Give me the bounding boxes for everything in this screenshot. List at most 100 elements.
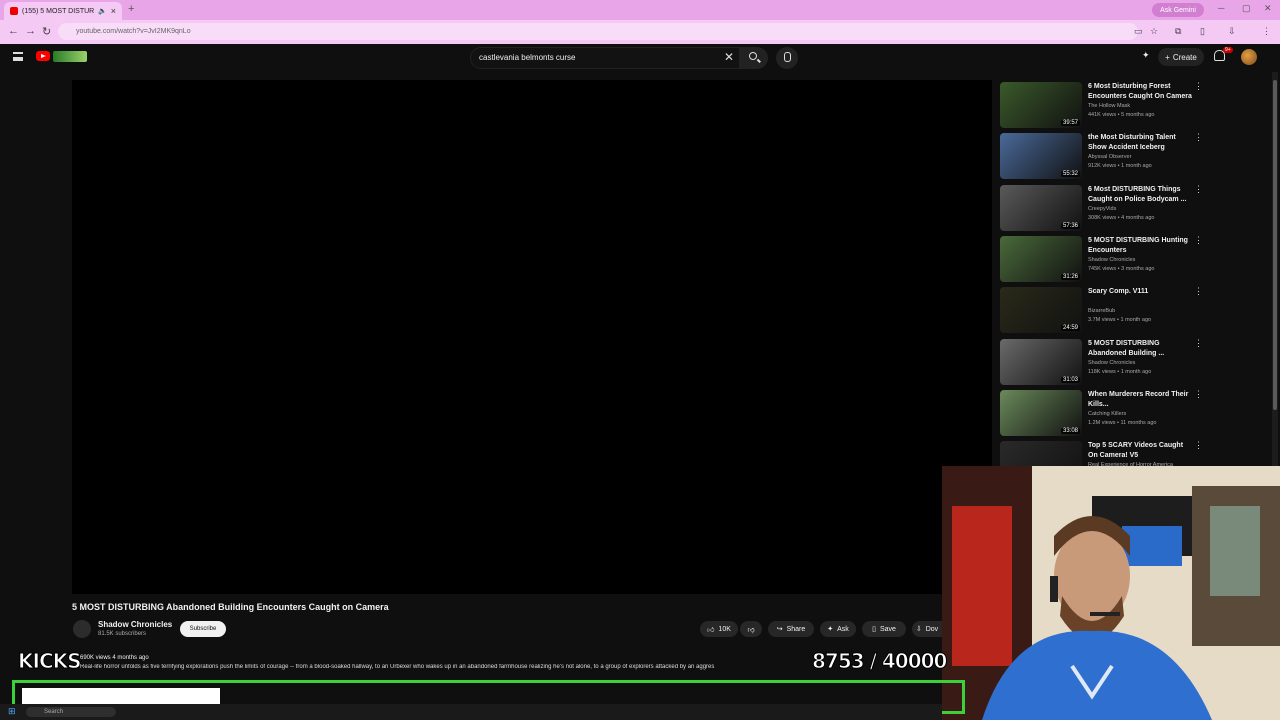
search-button[interactable] [740,47,768,69]
video-thumbnail[interactable]: 55:32 [1000,133,1082,180]
sidebar-video-meta: 441K views • 5 months ago [1088,112,1155,118]
channel-avatar[interactable] [73,620,91,638]
more-options-icon[interactable]: ⋮ [1194,286,1203,297]
sidebar-video-title[interactable]: 5 MOST DISTURBING Abandoned Building ... [1088,339,1194,359]
video-thumbnail[interactable]: 31:03 [1000,338,1082,385]
sidebar-video-meta: 745K views • 3 months ago [1088,265,1155,272]
sidebar-channel-name[interactable]: Shadow Chronicles [1088,360,1135,366]
search-input[interactable]: castlevania belmonts curse [470,47,740,69]
video-thumbnail[interactable]: 31:26 [1000,235,1082,282]
taskbar-search[interactable]: Search [26,707,116,717]
sidebar-video-title[interactable]: Scary Comp. V111 [1088,287,1194,297]
clear-search-icon[interactable]: ✕ [724,50,734,64]
channel-name[interactable]: Shadow Chronicles [98,620,172,629]
video-thumbnail[interactable]: 24:59 [1000,287,1082,334]
sidebar-channel-name[interactable]: The Hollow Mask [1088,103,1130,109]
more-options-icon[interactable]: ⋮ [1194,440,1203,451]
video-duration: 33:08 [1060,427,1080,434]
browser-tab[interactable]: (155) 5 MOST DISTURBIN... 🔈 × [4,2,122,20]
download-icon: ⇩ [915,626,922,633]
more-options-icon[interactable]: ⋮ [1194,184,1203,195]
sidebar-video-item[interactable]: 57:36 6 Most DISTURBING Things Caught on … [1000,184,1210,231]
audio-icon[interactable]: 🔈 [98,7,107,15]
video-duration: 31:26 [1060,273,1080,280]
share-button[interactable]: ↪ Share [768,621,814,637]
sidebar-channel-name[interactable]: Shadow Chronicles [1088,257,1135,263]
more-options-icon[interactable]: ⋮ [1194,338,1203,349]
download-button[interactable]: ⇩ Dov [912,621,942,637]
new-tab-icon[interactable]: + [128,3,134,15]
cast-icon[interactable]: ▭ [1134,26,1143,37]
sidebar-video-item[interactable]: 39:57 6 Most Disturbing Forest Encounters… [1000,81,1210,128]
share-label: Share [786,625,806,633]
sidebar-channel-name[interactable]: CreepyVids [1088,206,1116,212]
share-icon: ↪ [776,626,783,633]
sidebar-channel-name[interactable]: BizarreBub [1088,308,1115,314]
sidebar-video-item[interactable]: 24:59 Scary Comp. V111 BizarreBub 3.7M view… [1000,286,1210,334]
scrollbar-thumb[interactable] [1273,80,1277,410]
sidebar-video-item[interactable]: 31:03 5 MOST DISTURBING Abandoned Buildin… [1000,338,1210,385]
browser-menu-icon[interactable]: ⋮ [1262,26,1271,37]
dislike-button[interactable]: 👎︎ [740,621,762,637]
downloads-icon[interactable]: ⇩ [1228,26,1236,37]
notification-count-badge: 9+ [1223,47,1233,53]
bookmark-star-icon[interactable]: ☆ [1150,26,1158,37]
create-button[interactable]: + Create [1158,48,1204,66]
sidebar-video-title[interactable]: 5 MOST DISTURBING Hunting Encounters [1088,236,1194,256]
sidebar-video-item[interactable]: 33:08 When Murderers Record Their Kills..… [1000,389,1210,436]
sidebar-video-item[interactable]: 31:26 5 MOST DISTURBING Hunting Encounter… [1000,235,1210,282]
video-player[interactable] [72,80,992,594]
sidebar-video-title[interactable]: When Murderers Record Their Kills... [1088,390,1194,410]
voice-search-icon[interactable] [776,47,798,69]
sidebar-video-meta: 3.7M views • 1 month ago [1088,317,1152,324]
ask-button[interactable]: ✦ Ask [820,621,856,637]
back-icon[interactable]: ← [8,25,19,37]
video-thumbnail[interactable]: 39:57 [1000,82,1082,128]
like-count: 10K [718,625,731,633]
hamburger-menu-icon[interactable] [13,52,23,61]
close-tab-icon[interactable]: × [111,6,116,16]
sidepanel-icon[interactable]: ▯ [1200,26,1205,37]
screen: (155) 5 MOST DISTURBIN... 🔈 × + Ask Gemi… [0,0,1280,720]
maximize-icon[interactable]: ▢ [1242,3,1251,14]
youtube-favicon-icon [10,7,18,15]
address-bar[interactable]: youtube.com/watch?v=JvI2MK9qnLo [58,23,1138,40]
bookmark-icon: ▯ [872,626,876,633]
sidebar-video-title[interactable]: the Most Disturbing Talent Show Accident… [1088,133,1194,153]
streamer-webcam [942,466,1280,720]
youtube-logo-icon[interactable] [36,51,50,61]
video-thumbnail[interactable]: 57:36 [1000,184,1082,231]
account-avatar[interactable] [1241,49,1257,65]
cast-device-icon[interactable]: ✦ [1142,50,1150,61]
reload-icon[interactable]: ↻ [42,25,51,38]
like-button[interactable]: 👍︎ 10K [700,621,738,637]
sidebar-channel-name[interactable]: Abyssal Observer [1088,154,1131,160]
ask-gemini-button[interactable]: Ask Gemini [1152,3,1204,17]
download-label: Dov [925,625,939,633]
sidebar-channel-name[interactable]: Catching Killers [1088,411,1126,417]
sidebar-video-meta: 118K views • 1 month ago [1088,368,1152,375]
more-options-icon[interactable]: ⋮ [1194,389,1203,400]
video-thumbnail[interactable]: 33:08 [1000,389,1082,436]
sidebar-video-meta: 1.2M views • 11 months ago [1088,419,1157,426]
youtube-doodle-logo[interactable] [53,51,87,62]
start-icon[interactable]: ⊞ [8,706,16,717]
kicks-overlay-label: KICKS [18,649,83,674]
more-options-icon[interactable]: ⋮ [1194,81,1203,92]
save-button[interactable]: ▯ Save [862,621,906,637]
subscribe-button[interactable]: Subscribe [180,621,226,637]
plus-icon: + [1165,52,1170,62]
sidebar-video-title[interactable]: 6 Most DISTURBING Things Caught on Polic… [1088,185,1194,205]
forward-icon[interactable]: → [25,25,36,37]
sidebar-video-title[interactable]: 6 Most Disturbing Forest Encounters Caug… [1088,82,1194,102]
minimize-icon[interactable]: ─ [1218,3,1224,13]
close-window-icon[interactable]: ✕ [1264,3,1272,14]
sidebar-video-title[interactable]: Top 5 SCARY Videos Caught On Camera! V5 [1088,441,1194,461]
youtube-header: castlevania belmonts curse ✕ ✦ + Create … [0,44,1280,72]
video-duration: 39:57 [1060,120,1080,126]
thumbs-down-icon: 👎︎ [747,626,755,634]
more-options-icon[interactable]: ⋮ [1194,235,1203,246]
more-options-icon[interactable]: ⋮ [1194,132,1203,143]
sidebar-video-item[interactable]: 55:32 the Most Disturbing Talent Show Acc… [1000,132,1210,180]
extensions-icon[interactable]: ⧉ [1175,26,1181,37]
